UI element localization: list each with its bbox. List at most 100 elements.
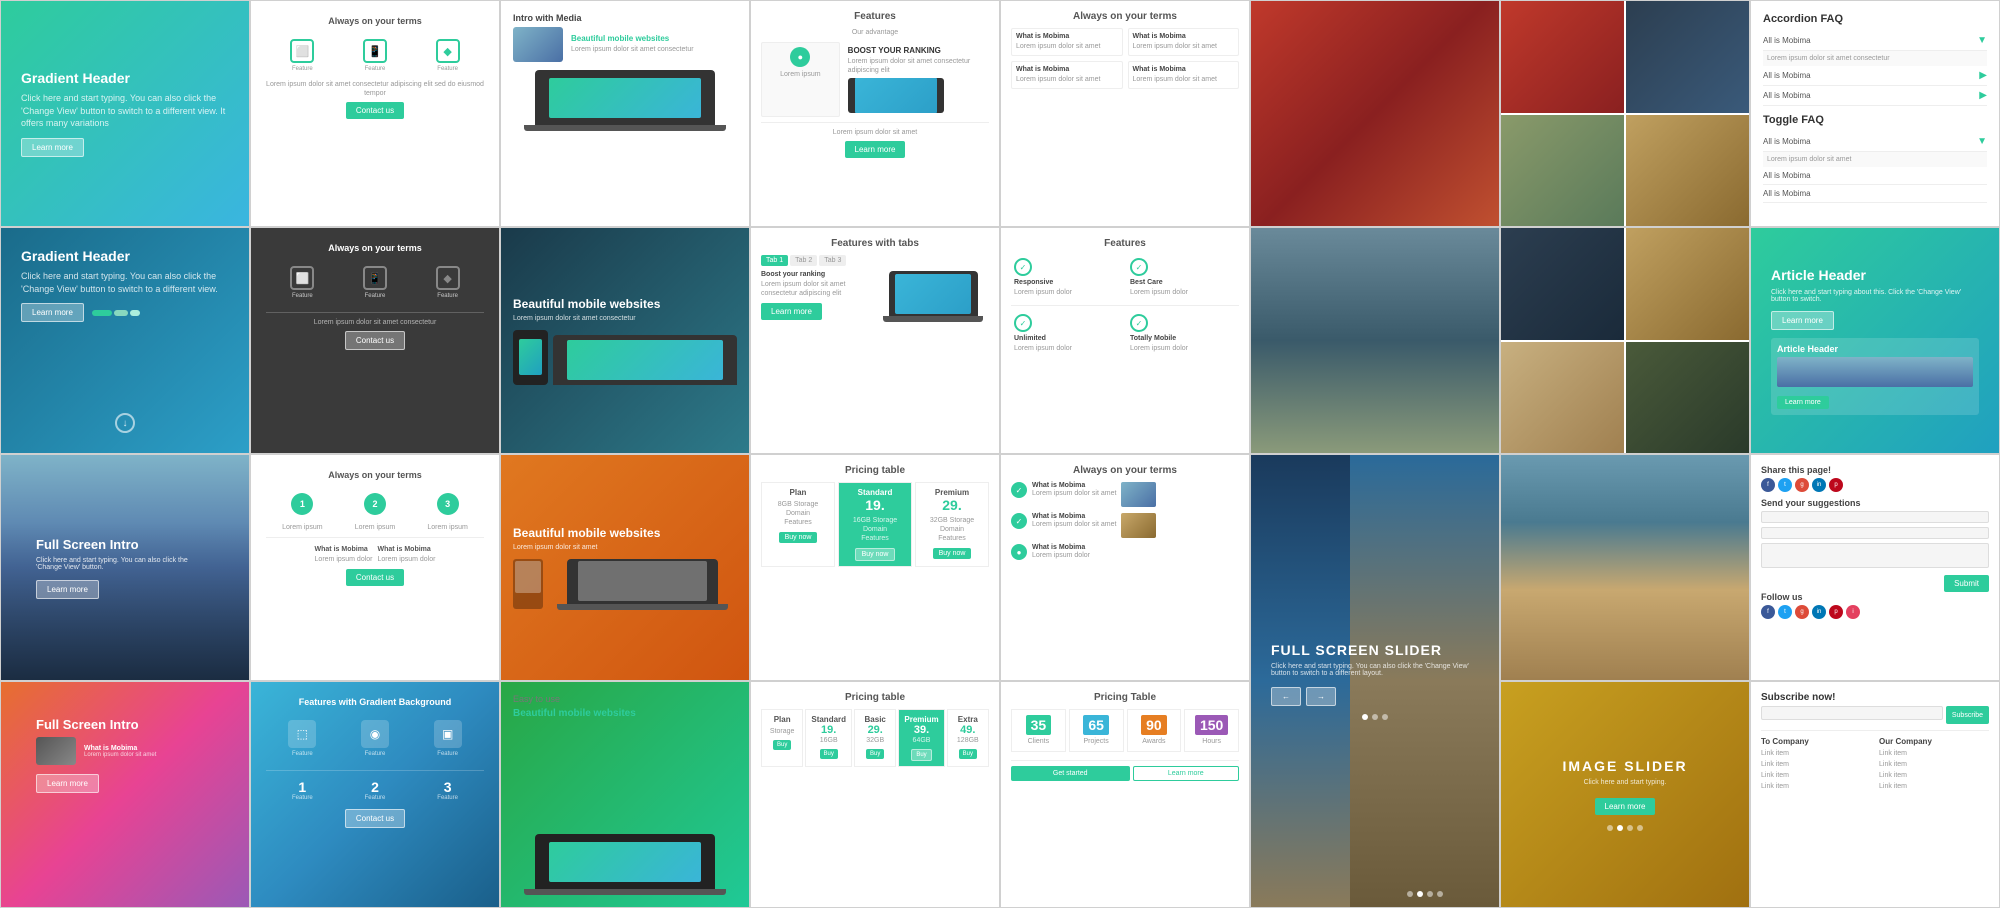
always-right-1-title: Always on your terms <box>1011 11 1239 22</box>
stat-box-3: 90 Awards <box>1127 709 1182 752</box>
stat-1: 35 <box>1026 715 1052 735</box>
facebook-btn[interactable]: f <box>1761 478 1775 492</box>
article-header-card-btn[interactable]: Learn more <box>1777 396 1829 409</box>
gradient-header-2-btn[interactable]: Learn more <box>21 303 84 322</box>
image-dot-3[interactable] <box>1627 825 1633 831</box>
tile-subscribe: Subscribe now! Subscribe To Company Link… <box>1750 681 2000 908</box>
tab-3[interactable]: Tab 3 <box>819 255 846 266</box>
stat-3: 90 <box>1141 715 1167 735</box>
pricing-2-plan-btn[interactable]: Buy <box>773 740 791 750</box>
fullscreen-slider-prev[interactable]: ← <box>1271 687 1301 706</box>
fullscreen-intro-1-btn[interactable]: Learn more <box>36 580 99 599</box>
intro-2-subtitle: What is Mobima <box>84 745 156 752</box>
features-tabs-btn[interactable]: Learn more <box>761 303 822 320</box>
features-tabs-title: Features with tabs <box>761 238 989 249</box>
always-terms-dark-btn[interactable]: Contact us <box>345 331 405 350</box>
fullscreen-intro-2-title: Full Screen Intro <box>36 717 156 732</box>
building-photo <box>1251 228 1499 453</box>
red-bricks-photo <box>1251 1 1499 226</box>
fullscreen-intro-1-subtitle: Click here and start typing. You can als… <box>36 557 214 571</box>
always-terms-2-btn[interactable]: Contact us <box>346 569 404 586</box>
follow-section: Follow us f t g in p i <box>1761 592 1989 619</box>
google-btn[interactable]: g <box>1795 478 1809 492</box>
dot-2[interactable] <box>1372 714 1378 720</box>
tile-intro-media-4: Easy to use Beautiful mobile websites <box>500 681 750 908</box>
follow-pinterest[interactable]: p <box>1829 605 1843 619</box>
article-header-btn[interactable]: Learn more <box>1771 311 1834 330</box>
tile-features-tabs: Features with tabs Tab 1 Tab 2 Tab 3 Boo… <box>750 227 1000 454</box>
gradient-header-1-subtitle: Click here and start typing. You can als… <box>21 92 229 130</box>
tile-features-gradient: Features with Gradient Background ⬚ Feat… <box>250 681 500 908</box>
toggle-item-3[interactable]: All is Mobima <box>1763 185 1987 203</box>
image-slider-btn[interactable]: Learn more <box>1595 798 1656 815</box>
pricing-2-standard-btn[interactable]: Buy <box>820 749 838 759</box>
features-tabs-bar: Tab 1 Tab 2 Tab 3 <box>761 255 989 266</box>
image-dot-1[interactable] <box>1607 825 1613 831</box>
laptop-mockup-4 <box>513 834 737 895</box>
always-terms-1-icons: ⬜ Feature 📱 Feature ◆ Feature <box>266 39 484 72</box>
footer-col-1-title: To Company <box>1761 737 1871 746</box>
subscribe-row: Subscribe <box>1761 706 1989 724</box>
follow-google[interactable]: g <box>1795 605 1809 619</box>
intro-2-thumb <box>36 737 76 765</box>
pricing-2-standard-col: Standard 19. 16GB Buy <box>805 709 852 767</box>
dot-1[interactable] <box>1362 714 1368 720</box>
fullscreen-intro-2-btn[interactable]: Learn more <box>36 774 99 793</box>
faq-item-2[interactable]: All is Mobima ▶ <box>1763 66 1987 86</box>
pricing-premium-btn[interactable]: Buy now <box>933 548 972 559</box>
gradient-header-1-btn[interactable]: Learn more <box>21 138 84 157</box>
follow-linkedin[interactable]: in <box>1812 605 1826 619</box>
stats-btn-2[interactable]: Learn more <box>1133 766 1240 781</box>
tile-fullscreen-intro-2: Full Screen Intro What is Mobima Lorem i… <box>0 681 250 908</box>
features-gradient-btn[interactable]: Contact us <box>345 809 405 828</box>
pricing-stats-footer: Get started Learn more <box>1011 760 1239 781</box>
suggestion-submit-btn[interactable]: Submit <box>1944 575 1989 592</box>
pricing-1-title: Pricing table <box>761 465 989 476</box>
suggestion-field-1[interactable] <box>1761 511 1989 523</box>
features-tabs-boost: Boost your ranking <box>761 271 873 278</box>
twitter-btn[interactable]: t <box>1778 478 1792 492</box>
fullscreen-slider-next[interactable]: → <box>1306 687 1336 706</box>
tile-photo-collage-2 <box>1500 227 1750 454</box>
pricing-standard-btn[interactable]: Buy now <box>855 548 896 561</box>
feature-gradient-icon-1: ⬚ Feature <box>288 720 316 757</box>
follow-facebook[interactable]: f <box>1761 605 1775 619</box>
collage-cell-2 <box>1626 1 1749 113</box>
dot-3[interactable] <box>1382 714 1388 720</box>
tab-1[interactable]: Tab 1 <box>761 255 788 266</box>
follow-twitter[interactable]: t <box>1778 605 1792 619</box>
image-dot-2[interactable] <box>1617 825 1623 831</box>
toggle-item-1[interactable]: All is Mobima ▼ <box>1763 132 1987 152</box>
subscribe-title: Subscribe now! <box>1761 692 1989 703</box>
share-section: Share this page! f t g in p <box>1761 465 1989 492</box>
always-right-feature-1: What is Mobima Lorem ipsum dolor sit ame… <box>1011 28 1123 56</box>
subscribe-btn[interactable]: Subscribe <box>1946 706 1989 724</box>
always-terms-1-btn[interactable]: Contact us <box>346 102 404 119</box>
tab-2[interactable]: Tab 2 <box>790 255 817 266</box>
faq-item-3[interactable]: All is Mobima ▶ <box>1763 86 1987 106</box>
tile-gradient-header-1: Gradient Header Click here and start typ… <box>0 0 250 227</box>
tile-always-terms-1: Always on your terms ⬜ Feature 📱 Feature… <box>250 0 500 227</box>
pricing-2-extra-btn[interactable]: Buy <box>959 749 977 759</box>
suggestion-field-3[interactable] <box>1761 543 1989 568</box>
pricing-2-premium-btn[interactable]: Buy <box>911 749 931 761</box>
subscribe-email-field[interactable] <box>1761 706 1943 720</box>
toggle-item-2[interactable]: All is Mobima <box>1763 167 1987 185</box>
follow-instagram[interactable]: i <box>1846 605 1860 619</box>
suggestion-field-2[interactable] <box>1761 527 1989 539</box>
faq-item-1[interactable]: All is Mobima ▼ <box>1763 31 1987 51</box>
fullscreen-slider-title: FULL SCREEN SLIDER <box>1271 642 1479 658</box>
stats-btn-1[interactable]: Get started <box>1011 766 1130 781</box>
always-right-2-feature-3: ● What is Mobima Lorem ipsum dolor <box>1011 544 1239 560</box>
image-dot-4[interactable] <box>1637 825 1643 831</box>
pricing-2-extra-col: Extra 49. 128GB Buy <box>947 709 989 767</box>
pricing-plan-btn[interactable]: Buy now <box>779 532 818 543</box>
pricing-2-basic-btn[interactable]: Buy <box>866 749 884 759</box>
diamond-icon-dark: ◆ <box>436 266 460 290</box>
progress-pills <box>92 310 140 316</box>
pinterest-btn[interactable]: p <box>1829 478 1843 492</box>
tile-always-terms-2: Always on your terms 1 2 3 Lorem ipsum L… <box>250 454 500 681</box>
pricing-2-plan-col: Plan Storage Buy <box>761 709 803 767</box>
linkedin-btn[interactable]: in <box>1812 478 1826 492</box>
features-1-btn[interactable]: Learn more <box>845 141 906 158</box>
